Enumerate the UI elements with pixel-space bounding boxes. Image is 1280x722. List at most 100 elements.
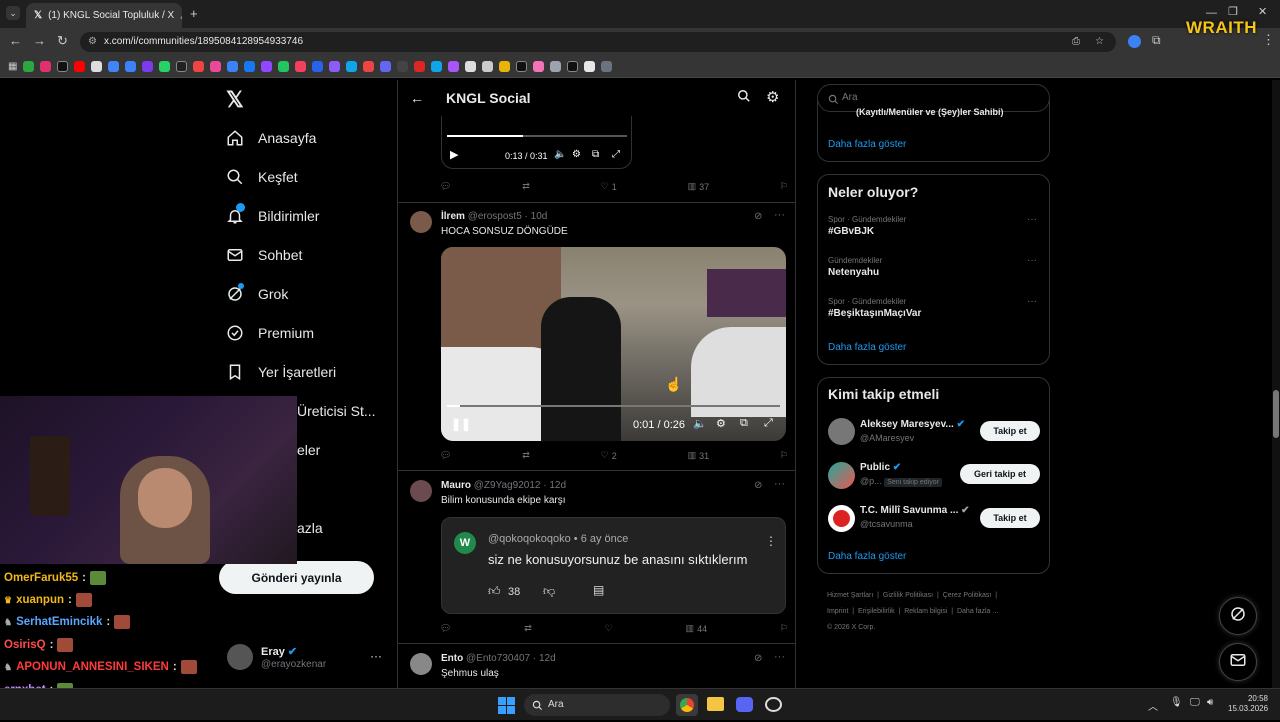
menu-icon[interactable]: ⋮ — [1262, 32, 1275, 48]
reply-icon[interactable]: 💬︎ — [440, 623, 451, 634]
bookmark-icon-13[interactable] — [227, 61, 239, 72]
thumbs-down-icon[interactable]: 👎︎ — [543, 584, 555, 599]
views-button[interactable]: ▥ 44 — [686, 623, 708, 634]
bookmark-icon-15[interactable] — [261, 61, 273, 72]
bookmark-icon-33[interactable] — [567, 61, 579, 72]
install-icon[interactable]: ⎙ — [1072, 32, 1080, 52]
comment-more-icon[interactable]: ⋮ — [765, 534, 777, 548]
video-player-2[interactable]: ❚❚ 0:01 / 0:26 🔈 ⚙ ⧉ ⤢ — [441, 247, 786, 441]
bookmark-icon-19[interactable] — [329, 61, 341, 72]
video-progress-track[interactable] — [447, 405, 780, 407]
suggest-name[interactable]: Aleksey Maresyev... ✔ — [860, 419, 965, 430]
bookmark-action-icon[interactable]: ⚐ — [780, 450, 788, 461]
taskbar-search[interactable]: Ara — [524, 694, 670, 716]
views-button[interactable]: ▥ 31 — [688, 450, 710, 461]
reply-comment-icon[interactable]: ▤ — [593, 583, 604, 597]
apps-icon[interactable]: ▦ — [8, 61, 17, 72]
chrome-taskbar-icon[interactable] — [676, 694, 698, 716]
restore-button[interactable]: ❐ — [1228, 5, 1238, 18]
repost-icon[interactable]: ⇄ — [522, 181, 530, 192]
bookmark-icon-31[interactable] — [533, 61, 545, 72]
bookmark-icon-12[interactable] — [210, 61, 222, 72]
url-input[interactable]: ⚙ x.com/i/communities/189508412895493374… — [80, 32, 1116, 52]
reply-icon[interactable]: 💬︎ — [440, 181, 451, 192]
profile-more-icon[interactable]: ··· — [370, 649, 382, 663]
clock[interactable]: 20:58 15.03.2026 — [1228, 694, 1268, 714]
footer-link[interactable]: Çerez Politikası — [943, 592, 992, 599]
puzzle-icon[interactable]: ⧉ — [1152, 33, 1161, 48]
volume-tray-icon[interactable]: 🔊︎ — [1207, 697, 1213, 708]
page-scrollbar[interactable] — [1272, 80, 1280, 688]
quoted-comment[interactable]: W @qokoqokoqoko • 6 ay önce ⋮ siz ne kon… — [441, 517, 786, 614]
author-name[interactable]: Ento — [441, 653, 463, 664]
bookmark-icon-18[interactable] — [312, 61, 324, 72]
like-button[interactable]: ♡ 2 — [601, 450, 617, 461]
bookmark-action-icon[interactable]: ⚐ — [780, 623, 788, 634]
footer-link[interactable]: Erişilebilirlik — [858, 608, 895, 615]
nav-bookmarks[interactable]: Yer İşaretleri — [226, 357, 336, 387]
bookmark-icon-11[interactable] — [193, 61, 205, 72]
show-more-link[interactable]: Daha fazla göster — [828, 139, 906, 150]
star-icon[interactable]: ☆ — [1095, 32, 1104, 52]
explorer-taskbar-icon[interactable] — [707, 697, 724, 711]
window-close-button[interactable]: ✕ — [1258, 5, 1267, 18]
post-button[interactable]: Gönderi yayınla — [219, 561, 374, 594]
bookmark-icon-35[interactable] — [601, 61, 613, 72]
nav-home[interactable]: Anasayfa — [226, 123, 316, 153]
avatar[interactable] — [410, 211, 432, 233]
author-handle[interactable]: @Ento730407 — [466, 653, 530, 664]
network-icon[interactable]: 🖵 — [1190, 697, 1200, 708]
pip-icon[interactable]: ⧉ — [592, 149, 599, 160]
follow-back-button[interactable]: Geri takip et — [960, 464, 1040, 484]
trend-more-icon[interactable]: ··· — [1027, 214, 1037, 225]
grok-post-icon[interactable]: ⊘ — [754, 211, 762, 222]
suggest-name[interactable]: T.C. Millî Savunma ... ✔ — [860, 505, 970, 516]
video-player-1[interactable]: ▶ 0:13 / 0:31 🔈 ⚙ ⧉ ⤢ — [441, 116, 632, 169]
author-handle[interactable]: @erospost5 — [468, 211, 522, 222]
footer-link[interactable]: Gizlilik Politikası — [883, 592, 933, 599]
bookmark-icon-3[interactable] — [57, 61, 69, 72]
nav-chat[interactable]: Sohbet — [226, 240, 302, 270]
nav-lists[interactable]: eler — [297, 442, 320, 458]
follow-button[interactable]: Takip et — [980, 508, 1040, 528]
thumbs-up-icon[interactable]: 👍︎ — [488, 584, 501, 599]
extension-icon[interactable] — [1128, 35, 1141, 48]
bookmark-icon-4[interactable] — [74, 61, 86, 72]
bookmark-icon-25[interactable] — [431, 61, 443, 72]
like-button[interactable]: ♡ — [605, 623, 613, 634]
x-home-logo[interactable]: 𝕏 — [226, 87, 244, 113]
bookmark-icon-29[interactable] — [499, 61, 511, 72]
avatar[interactable] — [828, 505, 855, 532]
bookmark-icon-9[interactable] — [159, 61, 171, 72]
grok-post-icon[interactable]: ⊘ — [754, 653, 762, 664]
scrollbar-thumb[interactable] — [1273, 390, 1279, 438]
bookmark-icon-26[interactable] — [448, 61, 460, 72]
author-name[interactable]: İlrem — [441, 211, 465, 222]
bookmark-icon-6[interactable] — [108, 61, 120, 72]
nav-premium[interactable]: Premium — [226, 318, 314, 348]
bookmark-icon-20[interactable] — [346, 61, 358, 72]
bookmark-icon-17[interactable] — [295, 61, 307, 72]
header-search-icon[interactable] — [737, 89, 751, 108]
footer-link[interactable]: Hizmet Şartları — [827, 592, 873, 599]
more-icon[interactable]: ··· — [774, 209, 785, 221]
discord-taskbar-icon[interactable] — [736, 697, 753, 712]
nav-more[interactable]: azla — [297, 520, 323, 536]
bookmark-icon-8[interactable] — [142, 61, 154, 72]
nav-explore[interactable]: Keşfet — [226, 162, 298, 192]
more-icon[interactable]: ··· — [774, 651, 785, 663]
like-button[interactable]: ♡ 1 — [601, 181, 617, 192]
mic-icon[interactable]: 🎙︎ — [1170, 697, 1183, 708]
bookmark-icon-5[interactable] — [91, 61, 103, 72]
bookmark-icon-10[interactable] — [176, 61, 188, 72]
bookmark-icon-27[interactable] — [465, 61, 477, 72]
volume-icon[interactable]: 🔈 — [554, 149, 566, 160]
views-button[interactable]: ▥ 37 — [688, 181, 710, 192]
bookmark-icon-23[interactable] — [397, 61, 409, 72]
nav-notifications[interactable]: Bildirimler — [226, 201, 319, 231]
trend-item[interactable]: Gündemdekiler Netenyahu — [828, 256, 882, 278]
bookmark-icon-16[interactable] — [278, 61, 290, 72]
show-more-link[interactable]: Daha fazla göster — [828, 551, 906, 562]
trend-item[interactable]: Spor · Gündemdekiler #GBvBJK — [828, 215, 906, 237]
bookmark-action-icon[interactable]: ⚐ — [780, 181, 788, 192]
